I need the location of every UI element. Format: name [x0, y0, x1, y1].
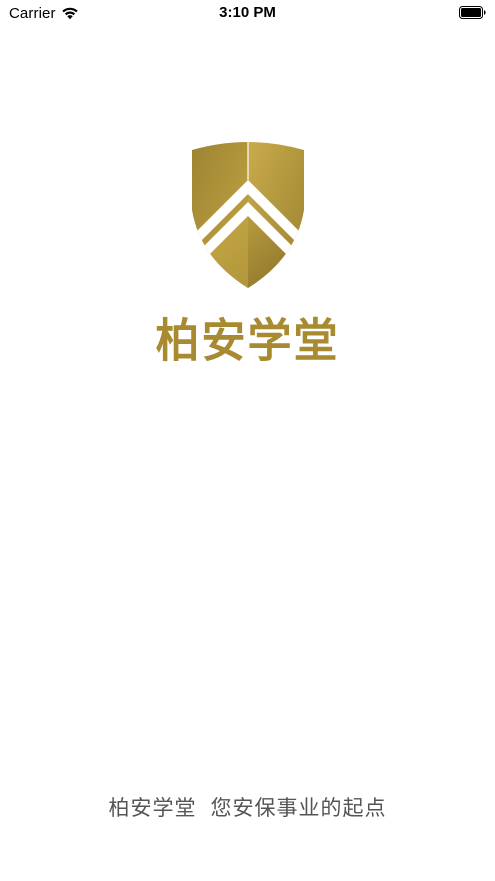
- status-bar: Carrier 3:10 PM: [0, 0, 495, 26]
- splash-logo-block: 柏安学堂: [0, 140, 495, 369]
- shield-chevron-logo-icon: [191, 142, 304, 288]
- brand-name: 柏安学堂: [155, 314, 340, 369]
- clock: 3:10 PM: [219, 4, 276, 21]
- battery-full-icon: [459, 6, 486, 19]
- tagline-name: 柏安学堂: [108, 796, 197, 820]
- tagline-slogan: 您安保事业的起点: [210, 796, 387, 820]
- tagline: 柏安学堂 您安保事业的起点: [0, 792, 495, 822]
